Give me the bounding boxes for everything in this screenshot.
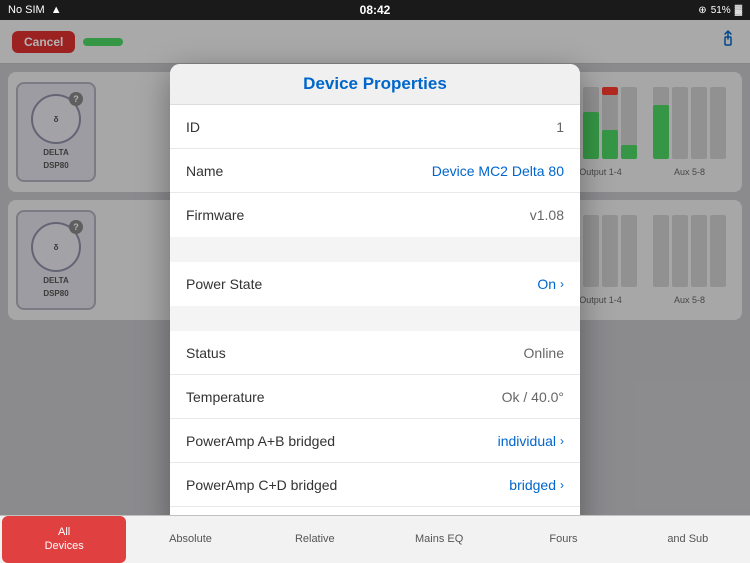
- modal-overlay: Device Properties ID 1 Name Device MC2 D…: [0, 20, 750, 515]
- poweramp-ab-label: PowerAmp A+B bridged: [186, 433, 335, 449]
- tab-label: Relative: [295, 533, 335, 546]
- modal-title: Device Properties: [303, 74, 447, 93]
- status-right: ⊕ 51% ▓: [698, 5, 742, 16]
- status-label: Status: [186, 345, 226, 361]
- status-left: No SIM ▲: [8, 4, 62, 16]
- tab-fours[interactable]: Fours: [501, 516, 625, 563]
- tab-label: Absolute: [169, 533, 212, 546]
- tab-label: and Sub: [667, 533, 708, 546]
- modal-row-id: ID 1: [170, 105, 580, 149]
- id-value: 1: [556, 119, 564, 135]
- tab-label: Mains EQ: [415, 533, 463, 546]
- chevron-icon: ›: [560, 277, 564, 291]
- temperature-value: Ok / 40.0°: [502, 389, 564, 405]
- name-value: Device MC2 Delta 80: [432, 163, 564, 179]
- status-value: Online: [524, 345, 564, 361]
- poweramp-cd-value: bridged ›: [509, 477, 564, 493]
- power-label: Power State: [186, 276, 262, 292]
- modal-row-temperature: Temperature Ok / 40.0°: [170, 375, 580, 419]
- modal-row-name[interactable]: Name Device MC2 Delta 80: [170, 149, 580, 193]
- modal-row-status: Status Online: [170, 331, 580, 375]
- firmware-value: v1.08: [530, 207, 564, 223]
- tab-relative[interactable]: Relative: [253, 516, 377, 563]
- modal-row-poweramp-ab[interactable]: PowerAmp A+B bridged individual ›: [170, 419, 580, 463]
- tab-absolute[interactable]: Absolute: [128, 516, 252, 563]
- modal-section-2: Power State On ›: [170, 262, 580, 306]
- battery-icon: ▓: [735, 5, 742, 16]
- chevron-icon: ›: [560, 478, 564, 492]
- modal-body: ID 1 Name Device MC2 Delta 80 Firmware v…: [170, 105, 580, 535]
- power-value: On ›: [537, 276, 564, 292]
- chevron-icon: ›: [560, 434, 564, 448]
- carrier-text: No SIM: [8, 4, 45, 16]
- modal-row-power[interactable]: Power State On ›: [170, 262, 580, 306]
- tab-label: Fours: [549, 533, 577, 546]
- wifi-icon: ▲: [51, 4, 62, 16]
- temperature-label: Temperature: [186, 389, 265, 405]
- section-gap: [170, 307, 580, 331]
- tab-and-sub[interactable]: and Sub: [626, 516, 750, 563]
- tab-label: AllDevices: [45, 526, 84, 552]
- location-icon: ⊕: [698, 5, 706, 16]
- time-display: 08:42: [360, 3, 391, 17]
- modal-row-poweramp-cd[interactable]: PowerAmp C+D bridged bridged ›: [170, 463, 580, 507]
- status-bar: No SIM ▲ 08:42 ⊕ 51% ▓: [0, 0, 750, 20]
- tab-mains-eq[interactable]: Mains EQ: [377, 516, 501, 563]
- poweramp-cd-label: PowerAmp C+D bridged: [186, 477, 337, 493]
- battery-text: 51%: [711, 5, 731, 16]
- tab-all-devices[interactable]: AllDevices: [2, 516, 126, 563]
- modal-section-3: Status Online Temperature Ok / 40.0° Pow…: [170, 331, 580, 535]
- modal-section-1: ID 1 Name Device MC2 Delta 80 Firmware v…: [170, 105, 580, 237]
- id-label: ID: [186, 119, 200, 135]
- firmware-label: Firmware: [186, 207, 244, 223]
- tab-bar: AllDevices Absolute Relative Mains EQ Fo…: [0, 515, 750, 563]
- device-properties-modal: Device Properties ID 1 Name Device MC2 D…: [170, 64, 580, 535]
- name-label: Name: [186, 163, 223, 179]
- modal-row-firmware: Firmware v1.08: [170, 193, 580, 237]
- modal-header: Device Properties: [170, 64, 580, 105]
- poweramp-ab-value: individual ›: [498, 433, 564, 449]
- section-gap: [170, 238, 580, 262]
